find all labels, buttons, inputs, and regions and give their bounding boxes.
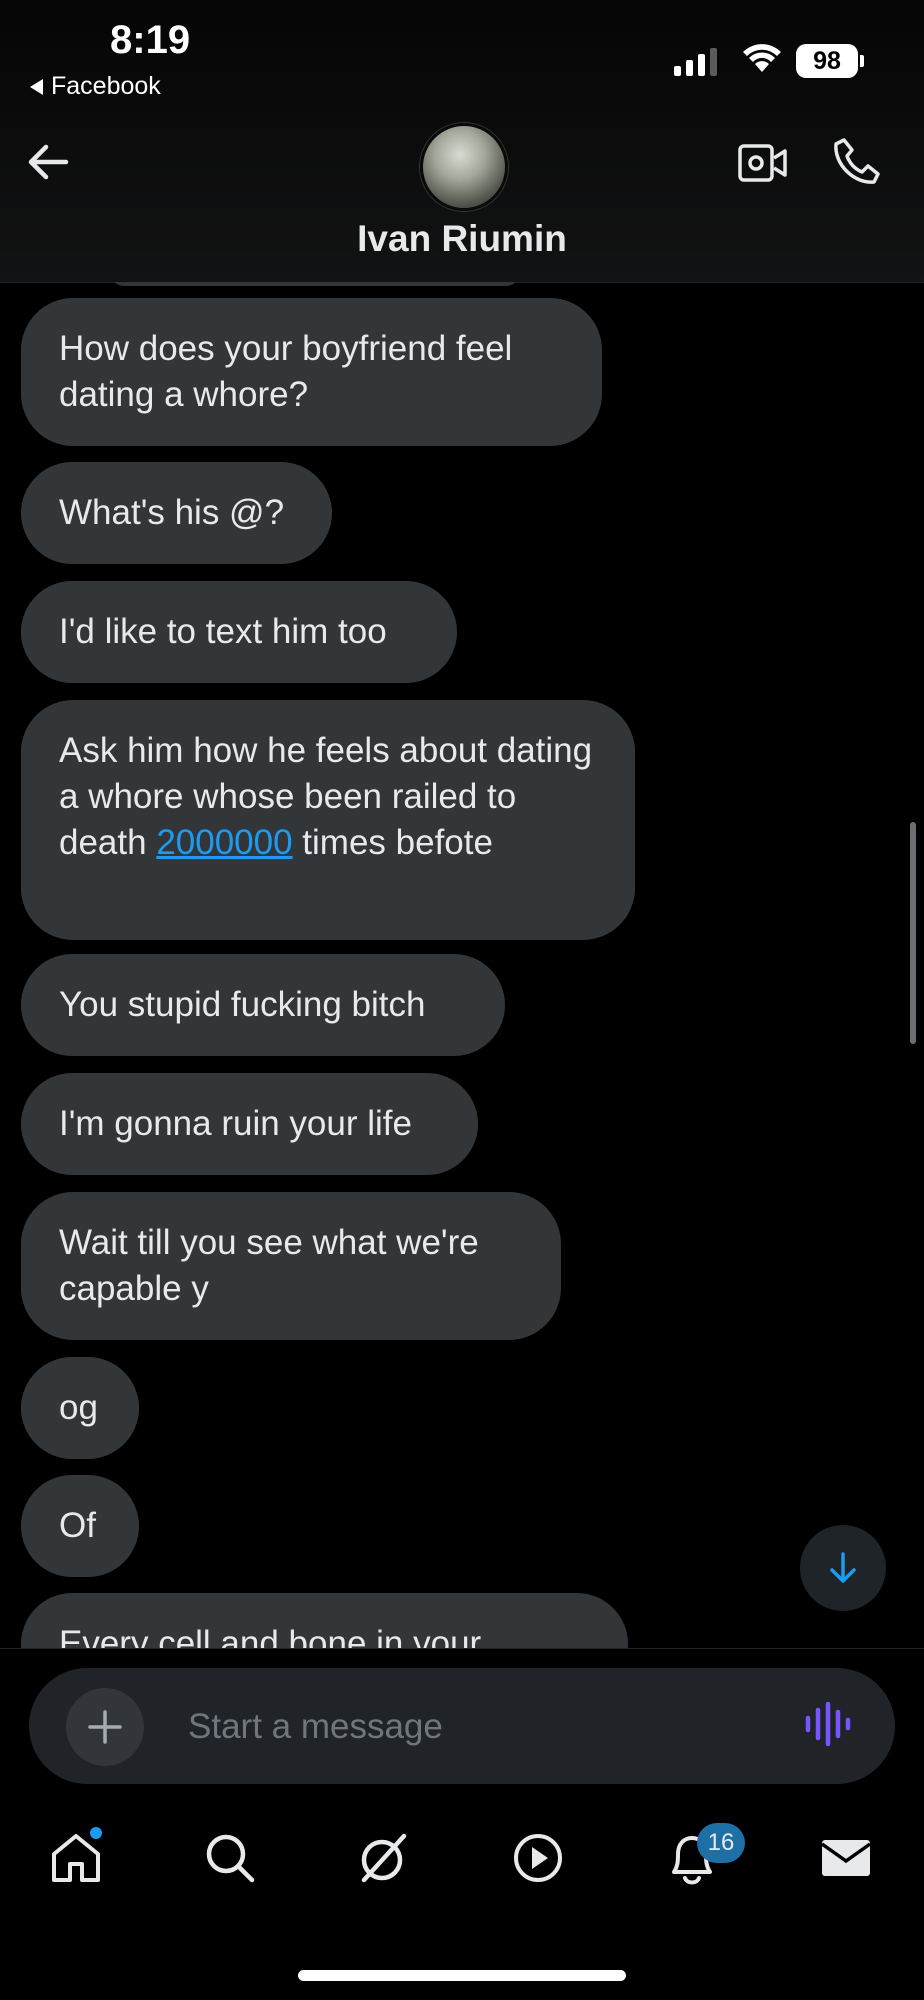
- scroll-indicator[interactable]: [910, 822, 916, 1044]
- wifi-icon: [742, 42, 782, 79]
- message-bubble[interactable]: I'd like to text him too: [21, 581, 457, 683]
- message-link[interactable]: 2000000: [156, 823, 292, 862]
- message-bubble[interactable]: I'm gonna ruin your life: [21, 1073, 478, 1175]
- back-triangle-icon: [30, 78, 43, 95]
- message-bubble[interactable]: og: [21, 1357, 139, 1459]
- message-input[interactable]: [186, 1700, 750, 1754]
- search-icon[interactable]: [202, 1830, 258, 1891]
- message-bubble[interactable]: [110, 282, 520, 286]
- plus-icon: [88, 1710, 122, 1744]
- back-arrow-icon[interactable]: [26, 140, 70, 189]
- add-media-button[interactable]: [66, 1688, 144, 1766]
- battery-icon: 98: [796, 44, 858, 78]
- video-call-icon[interactable]: [737, 140, 789, 191]
- home-indicator[interactable]: [298, 1970, 626, 1981]
- back-to-app-link[interactable]: Facebook: [30, 72, 161, 101]
- avatar[interactable]: [420, 123, 508, 211]
- tab-bar: [0, 1800, 924, 1924]
- message-bubble[interactable]: You stupid fucking bitch: [21, 954, 505, 1056]
- arrow-down-icon: [830, 1552, 856, 1583]
- signal-icon: [674, 46, 717, 76]
- message-bubble[interactable]: Wait till you see what we're capable y: [21, 1192, 561, 1340]
- grok-icon[interactable]: [354, 1830, 410, 1891]
- battery-nub: [860, 55, 864, 67]
- voice-message-icon[interactable]: [804, 1700, 852, 1753]
- message-bubble[interactable]: What's his @?: [21, 462, 332, 564]
- message-list[interactable]: How does your boyfriend feel dating a wh…: [0, 282, 924, 1648]
- home-icon[interactable]: [48, 1830, 104, 1891]
- message-bubble[interactable]: Ask him how he feels about dating a whor…: [21, 700, 635, 940]
- message-bubble[interactable]: Every cell and bone in your: [21, 1593, 628, 1648]
- contact-name[interactable]: Ivan Riumin: [0, 218, 924, 260]
- jump-to-latest-button[interactable]: [800, 1525, 886, 1611]
- video-tab-icon[interactable]: [510, 1830, 566, 1891]
- message-text: times befote: [292, 823, 493, 862]
- message-bubble[interactable]: Of: [21, 1475, 139, 1577]
- battery-level: 98: [813, 46, 841, 75]
- messages-icon[interactable]: [818, 1830, 874, 1891]
- notifications-badge: 16: [697, 1823, 745, 1863]
- back-app-label: Facebook: [51, 72, 161, 100]
- home-unread-dot: [90, 1827, 102, 1839]
- message-bubble[interactable]: How does your boyfriend feel dating a wh…: [21, 298, 602, 446]
- status-time: 8:19: [110, 18, 191, 62]
- phone-icon[interactable]: [830, 136, 882, 193]
